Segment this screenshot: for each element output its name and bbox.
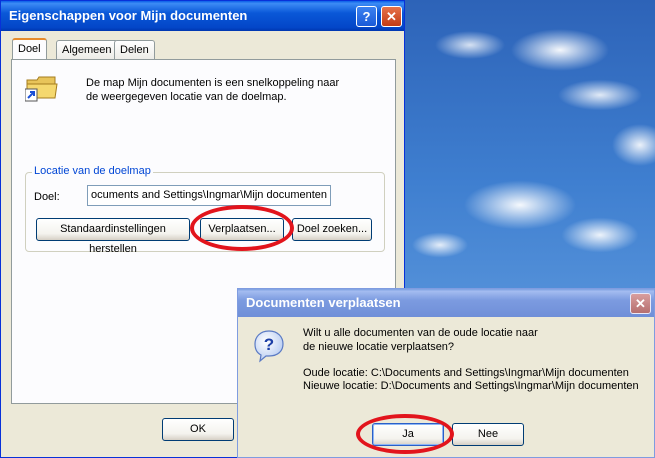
find-target-button[interactable]: Doel zoeken... [292,218,372,241]
properties-titlebar[interactable]: Eigenschappen voor Mijn documenten ? ✕ [1,1,404,31]
move-button[interactable]: Verplaatsen... [200,218,284,241]
question-line-2: de nieuwe locatie verplaatsen? [303,341,455,353]
target-path-field[interactable]: ocuments and Settings\Ingmar\Mijn docume… [87,185,331,206]
description-line-1: De map Mijn documenten is een snelkoppel… [86,77,340,89]
dialog-close-button[interactable]: ✕ [630,293,651,314]
svg-text:?: ? [264,335,274,354]
tab-algemeen[interactable]: Algemeen [56,40,118,60]
tab-doel[interactable]: Doel [12,38,47,60]
description-line-2: de weergegeven locatie van de doelmap. [86,91,287,103]
folder-shortcut-icon [25,76,58,102]
move-documents-dialog: Documenten verplaatsen ✕ ? Wilt u alle d… [237,288,655,458]
tab-delen[interactable]: Delen [114,40,155,60]
group-title: Locatie van de doelmap [32,165,153,177]
new-location-text: Nieuwe locatie: D:\Documents and Setting… [303,380,639,392]
yes-button[interactable]: Ja [372,423,444,446]
restore-defaults-button[interactable]: Standaardinstellingen herstellen [36,218,190,255]
old-location-text: Oude locatie: C:\Documents and Settings\… [303,367,629,379]
question-icon: ? [254,330,284,363]
window-title: Eigenschappen voor Mijn documenten [9,8,248,23]
target-label: Doel: [34,191,60,203]
dialog-title: Documenten verplaatsen [246,295,401,310]
no-button[interactable]: Nee [452,423,524,446]
close-button[interactable]: ✕ [381,6,402,27]
ok-button[interactable]: OK [162,418,234,441]
question-line-1: Wilt u alle documenten van de oude locat… [303,327,538,339]
dialog-titlebar[interactable]: Documenten verplaatsen ✕ [238,289,654,317]
help-button[interactable]: ? [356,6,377,27]
